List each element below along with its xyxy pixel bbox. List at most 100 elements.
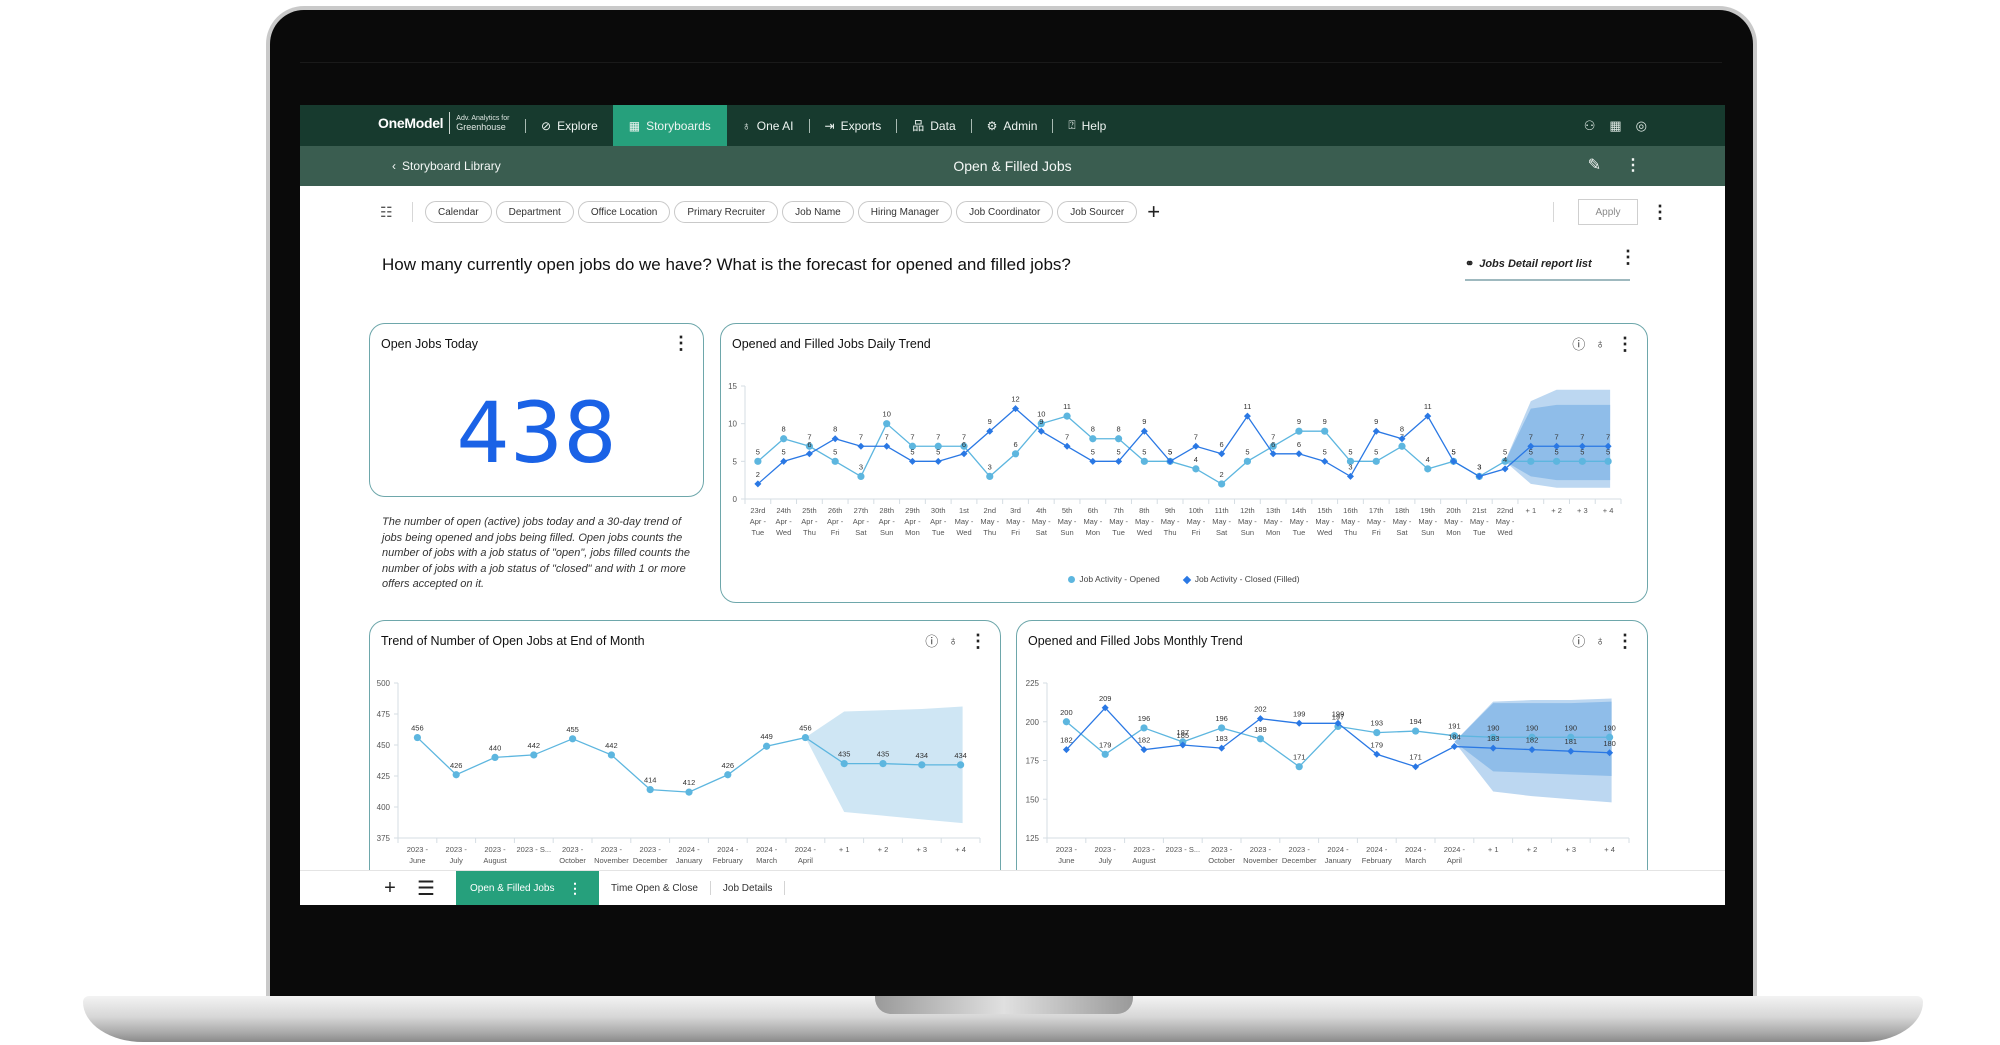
data-point-diamond	[1063, 442, 1071, 450]
more-vertical-icon[interactable]: ⋮	[1625, 155, 1641, 175]
insight-bulb-icon[interactable]: ♁	[948, 633, 958, 648]
info-icon[interactable]: ⓘ	[925, 631, 938, 650]
nav-item-explore[interactable]: ⊘ Explore	[526, 105, 613, 146]
user-profile-icon[interactable]: ◎	[1636, 118, 1647, 134]
data-label: 5	[1451, 447, 1455, 456]
data-point-circle	[1552, 457, 1561, 465]
x-tick-label: 2024 -	[756, 845, 778, 854]
tab-label: Job Details	[722, 882, 773, 894]
nav-item-admin[interactable]: ⚙ Admin	[972, 105, 1053, 146]
data-label: 414	[644, 776, 657, 785]
x-tick-label: 14th	[1292, 506, 1307, 515]
jobs-detail-report-link[interactable]: ⚭ Jobs Detail report list	[1465, 248, 1630, 281]
filter-chip-job-sourcer[interactable]: Job Sourcer	[1057, 201, 1138, 223]
tab-more-icon[interactable]: ⋮	[565, 879, 585, 897]
y-tick-label: 175	[1026, 757, 1040, 766]
data-point-circle	[840, 760, 848, 768]
data-point-diamond	[934, 457, 942, 465]
data-label: 455	[566, 725, 579, 734]
org-chart-icon[interactable]: ⚇	[1584, 118, 1596, 134]
x-tick-label: Thu	[1164, 528, 1177, 537]
filter-chip-primary-recruiter[interactable]: Primary Recruiter	[674, 201, 779, 223]
pencil-icon[interactable]: ✎	[1588, 155, 1601, 175]
header-actions: ✎ ⋮	[1588, 155, 1641, 175]
x-tick-label: 2023 -	[601, 845, 623, 854]
legend-item-opened[interactable]: Job Activity - Opened	[1068, 574, 1160, 584]
data-point-circle	[1218, 480, 1226, 488]
x-tick-label: October	[1208, 856, 1235, 865]
data-label: 2	[1220, 470, 1224, 479]
insight-bulb-icon[interactable]: ♁	[1595, 633, 1605, 648]
x-tick-label: 16th	[1343, 506, 1358, 515]
nav-item-one-ai[interactable]: ♁ One AI	[727, 105, 809, 146]
data-label: 5	[1245, 447, 1249, 456]
filter-chip-job-coordinator[interactable]: Job Coordinator	[956, 201, 1054, 223]
x-tick-label: 2023 -	[1056, 845, 1078, 854]
x-tick-label: 2023 -	[562, 845, 584, 854]
nav-item-storyboards[interactable]: ▦ Storyboards	[612, 105, 727, 146]
info-icon[interactable]: ⓘ	[1572, 631, 1585, 650]
filter-list-icon[interactable]: ☷	[380, 204, 402, 221]
filter-chip-department[interactable]: Department	[495, 201, 574, 223]
x-tick-label: 2023 -	[407, 845, 429, 854]
data-label: 182	[1526, 736, 1539, 745]
data-label: 7	[1065, 432, 1069, 441]
data-point-circle	[685, 788, 693, 796]
filter-more-icon[interactable]: ⋮	[1650, 203, 1670, 221]
data-point-circle	[1101, 750, 1109, 758]
add-filter-button[interactable]: +	[1147, 201, 1160, 223]
info-icon[interactable]: ⓘ	[1572, 334, 1585, 353]
more-vertical-icon[interactable]: ⋮	[1615, 335, 1635, 353]
data-label: 5	[910, 447, 914, 456]
filter-chip-job-name[interactable]: Job Name	[782, 201, 854, 223]
x-tick-label: 2023 -	[446, 845, 468, 854]
more-vertical-icon[interactable]: ⋮	[1615, 632, 1635, 650]
x-tick-label: December	[1282, 856, 1317, 865]
logo-subtitle: Adv. Analytics for Greenhouse	[456, 115, 509, 132]
tab-time-open-close[interactable]: Time Open & Close	[599, 871, 710, 906]
nav-item-help[interactable]: ⍰ Help	[1053, 105, 1121, 146]
x-tick-label: May -	[1032, 517, 1051, 526]
legend-item-closed[interactable]: Job Activity - Closed (Filled)	[1182, 574, 1300, 584]
data-label: 442	[528, 741, 541, 750]
apply-divider	[1553, 202, 1554, 222]
x-tick-label: 2023 -	[1211, 845, 1233, 854]
monthly-trend-card: Opened and Filled Jobs Monthly Trend ⓘ ♁…	[1016, 620, 1648, 905]
tab-label: Time Open & Close	[611, 882, 698, 894]
lightbulb-icon: ♁	[741, 118, 751, 133]
tab-list-icon[interactable]: ☰	[408, 876, 444, 901]
data-label: 7	[1580, 432, 1584, 441]
insight-bulb-icon[interactable]: ♁	[1595, 336, 1605, 351]
more-vertical-icon[interactable]: ⋮	[968, 632, 988, 650]
x-tick-label: 25th	[802, 506, 817, 515]
logo[interactable]: OneModel Adv. Analytics for Greenhouse	[378, 112, 509, 134]
y-tick-label: 10	[728, 420, 737, 429]
data-label: 6	[1013, 440, 1017, 449]
data-point-diamond	[1295, 719, 1303, 727]
data-label: 5	[936, 447, 940, 456]
export-icon: ⇥	[824, 118, 835, 133]
x-tick-label: Thu	[803, 528, 816, 537]
x-tick-label: May -	[1470, 517, 1489, 526]
filter-chip-calendar[interactable]: Calendar	[425, 201, 492, 223]
x-tick-label: Thu	[1344, 528, 1357, 537]
add-tab-button[interactable]: +	[372, 877, 408, 900]
filter-chip-hiring-manager[interactable]: Hiring Manager	[857, 201, 953, 223]
report-more-icon[interactable]: ⋮	[1618, 248, 1638, 266]
calendar-grid-icon[interactable]: ▦	[1609, 118, 1621, 134]
x-tick-label: 18th	[1395, 506, 1410, 515]
filter-chip-office-location[interactable]: Office Location	[577, 201, 671, 223]
nav-item-exports[interactable]: ⇥ Exports	[810, 105, 897, 146]
x-tick-label: + 2	[1551, 506, 1562, 515]
nav-item-data[interactable]: 品 Data	[897, 105, 970, 146]
more-vertical-icon[interactable]: ⋮	[671, 334, 691, 352]
y-tick-label: 500	[377, 679, 391, 688]
data-label: 456	[799, 724, 812, 733]
tab-open-filled-jobs[interactable]: Open & Filled Jobs ⋮	[456, 870, 599, 905]
apply-button[interactable]: Apply	[1578, 199, 1638, 225]
tab-job-details[interactable]: Job Details	[711, 871, 784, 906]
x-tick-label: May -	[1006, 517, 1025, 526]
x-tick-label: 3rd	[1010, 506, 1021, 515]
x-tick-label: March	[756, 856, 777, 865]
x-tick-label: 12th	[1240, 506, 1255, 515]
